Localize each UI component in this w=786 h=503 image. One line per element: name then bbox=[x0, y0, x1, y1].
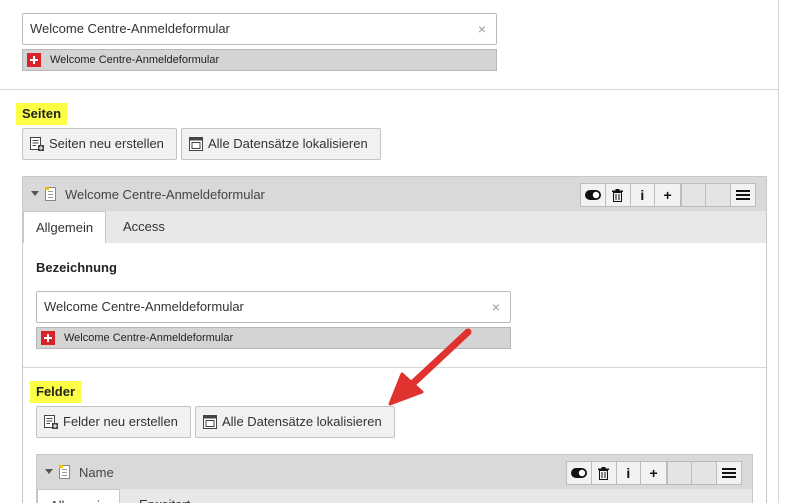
swiss-flag-icon bbox=[41, 331, 55, 345]
new-pages-button-label: Seiten neu erstellen bbox=[49, 136, 164, 151]
plus-icon: + bbox=[649, 465, 658, 481]
language-row: Welcome Centre-Anmeldeformular bbox=[22, 49, 497, 71]
info-icon: i bbox=[640, 187, 645, 203]
collapse-caret-icon[interactable] bbox=[31, 191, 39, 196]
blank-control bbox=[682, 184, 707, 206]
plus-icon: + bbox=[663, 187, 672, 203]
record-header[interactable]: Welcome Centre-Anmeldeformular i + bbox=[22, 176, 767, 212]
tab-allgemein[interactable]: Allgemein bbox=[23, 211, 107, 244]
delete-button[interactable] bbox=[606, 184, 631, 206]
section-heading-felder: Felder bbox=[30, 381, 82, 403]
localize-all-fields-button[interactable]: Alle Datensätze lokalisieren bbox=[195, 406, 395, 438]
section-heading-seiten: Seiten bbox=[16, 103, 68, 125]
new-pages-button[interactable]: Seiten neu erstellen bbox=[22, 128, 177, 160]
toggle-visibility-button[interactable] bbox=[567, 462, 592, 484]
delete-button[interactable] bbox=[592, 462, 617, 484]
title-input[interactable]: Welcome Centre-Anmeldeformular × bbox=[22, 13, 497, 45]
language-row-label: Welcome Centre-Anmeldeformular bbox=[50, 54, 220, 66]
info-button[interactable]: i bbox=[617, 462, 642, 484]
record-blank-controls bbox=[681, 183, 731, 207]
blank-control bbox=[692, 462, 716, 484]
toggle-icon bbox=[570, 468, 587, 478]
clear-icon[interactable]: × bbox=[478, 14, 486, 44]
blank-control bbox=[668, 462, 693, 484]
collapse-caret-icon[interactable] bbox=[45, 469, 53, 474]
title-input-value: Welcome Centre-Anmeldeformular bbox=[30, 21, 230, 36]
swiss-flag-icon bbox=[27, 53, 41, 67]
record-title: Welcome Centre-Anmeldeformular bbox=[65, 187, 265, 202]
arrow-annotation bbox=[388, 328, 472, 406]
drag-handle-button[interactable] bbox=[717, 462, 741, 484]
bezeichnung-input-value: Welcome Centre-Anmeldeformular bbox=[44, 299, 244, 314]
toggle-visibility-button[interactable] bbox=[581, 184, 606, 206]
field-label-bezeichnung: Bezeichnung bbox=[36, 260, 117, 275]
info-button[interactable]: i bbox=[631, 184, 656, 206]
new-fields-button[interactable]: Felder neu erstellen bbox=[36, 406, 191, 438]
document-icon bbox=[59, 465, 70, 479]
new-record-icon bbox=[30, 137, 44, 151]
language-row-label: Welcome Centre-Anmeldeformular bbox=[64, 332, 234, 344]
localize-icon bbox=[189, 137, 203, 151]
new-record-icon bbox=[44, 415, 58, 429]
info-icon: i bbox=[626, 465, 631, 481]
clear-icon[interactable]: × bbox=[492, 292, 500, 322]
section-divider bbox=[0, 89, 779, 90]
subrecord-header[interactable]: Name i + bbox=[36, 454, 753, 490]
add-button[interactable]: + bbox=[641, 462, 666, 484]
subrecord-tab-bar: Allgemein Erweitert bbox=[36, 489, 753, 503]
outer-panel-border bbox=[778, 0, 779, 503]
subrecord-title: Name bbox=[79, 465, 114, 480]
tab-erweitert[interactable]: Erweitert bbox=[127, 489, 202, 503]
new-fields-button-label: Felder neu erstellen bbox=[63, 414, 178, 429]
tab-access[interactable]: Access bbox=[111, 211, 177, 243]
subrecord-menu-control bbox=[716, 461, 742, 485]
blank-control bbox=[706, 184, 730, 206]
tab-allgemein[interactable]: Allgemein bbox=[37, 489, 121, 503]
localize-all-records-button-label: Alle Datensätze lokalisieren bbox=[208, 136, 368, 151]
subrecord-control-group: i + bbox=[566, 461, 667, 485]
record-menu-control bbox=[730, 183, 756, 207]
trash-icon bbox=[612, 188, 624, 202]
drag-handle-button[interactable] bbox=[731, 184, 755, 206]
localize-all-fields-button-label: Alle Datensätze lokalisieren bbox=[222, 414, 382, 429]
menu-icon bbox=[736, 190, 750, 200]
bezeichnung-input[interactable]: Welcome Centre-Anmeldeformular × bbox=[36, 291, 511, 323]
add-button[interactable]: + bbox=[655, 184, 680, 206]
menu-icon bbox=[722, 468, 736, 478]
subrecord-blank-controls bbox=[667, 461, 717, 485]
record-control-group: i + bbox=[580, 183, 681, 207]
trash-icon bbox=[598, 466, 610, 480]
localize-all-records-button[interactable]: Alle Datensätze lokalisieren bbox=[181, 128, 381, 160]
record-tab-bar: Allgemein Access bbox=[22, 211, 767, 244]
localize-icon bbox=[203, 415, 217, 429]
toggle-icon bbox=[584, 190, 601, 200]
document-icon bbox=[45, 187, 56, 201]
